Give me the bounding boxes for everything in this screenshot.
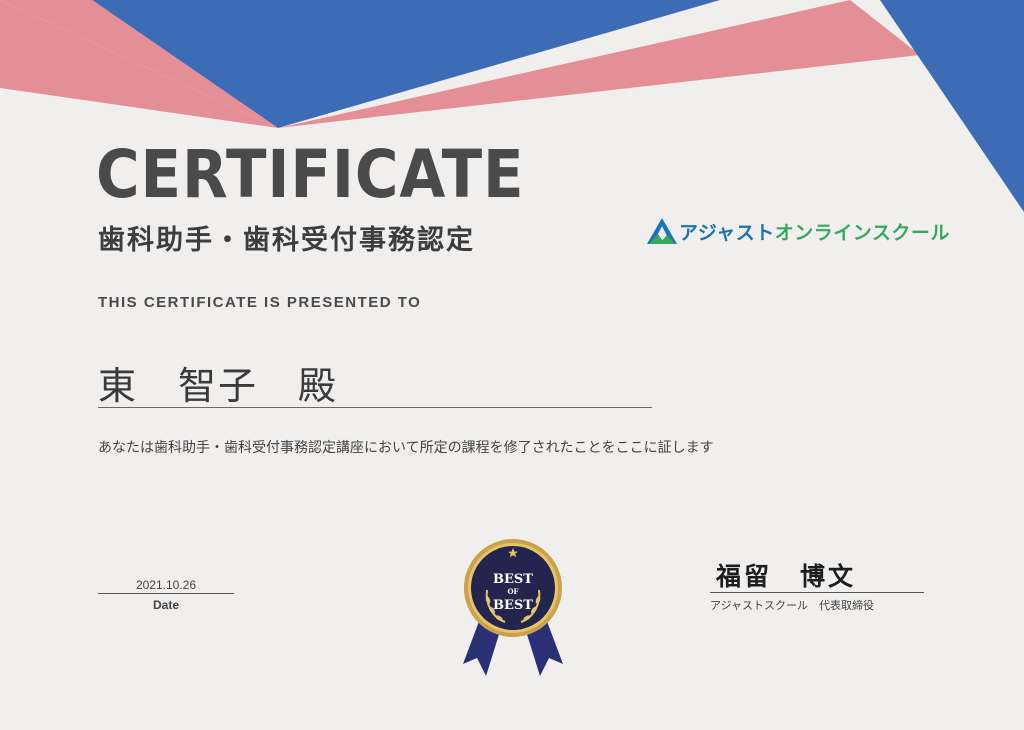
mountain-a-logo-icon bbox=[647, 218, 677, 244]
handwritten-signature: 福留 博文 bbox=[716, 562, 857, 591]
certification-statement: あなたは歯科助手・歯科受付事務認定講座において所定の課程を修了されたことをここに… bbox=[98, 440, 714, 456]
logo-text-brand: アジャスト bbox=[679, 221, 775, 244]
date-value: 2021.10.26 bbox=[135, 578, 197, 592]
recipient-name: 東 智子 殿 bbox=[98, 364, 339, 408]
certificate-page: CERTIFICATE 歯科助手・歯科受付事務認定 アジャスト オンラインスクール… bbox=[0, 0, 1024, 730]
recipient-underline bbox=[98, 407, 652, 408]
date-label: Date bbox=[152, 598, 179, 612]
certificate-title: CERTIFICATE bbox=[96, 136, 525, 213]
blue-triangle-right bbox=[880, 0, 1024, 212]
signature-caption: アジャストスクール 代表取締役 bbox=[710, 599, 875, 612]
logo-text-school: オンラインスクール bbox=[774, 221, 950, 244]
award-ribbon-icon: BEST OF BEST bbox=[463, 539, 563, 676]
presented-to-heading: THIS CERTIFICATE IS PRESENTED TO bbox=[98, 294, 422, 311]
date-underline bbox=[98, 593, 234, 594]
school-logo: アジャスト オンラインスクール bbox=[645, 213, 950, 249]
badge-text-of: OF bbox=[507, 587, 518, 596]
course-title: 歯科助手・歯科受付事務認定 bbox=[98, 225, 475, 256]
signature-underline bbox=[710, 592, 924, 593]
badge-text-best-top: BEST bbox=[493, 572, 533, 587]
badge-text-best-bottom: BEST bbox=[493, 598, 533, 613]
